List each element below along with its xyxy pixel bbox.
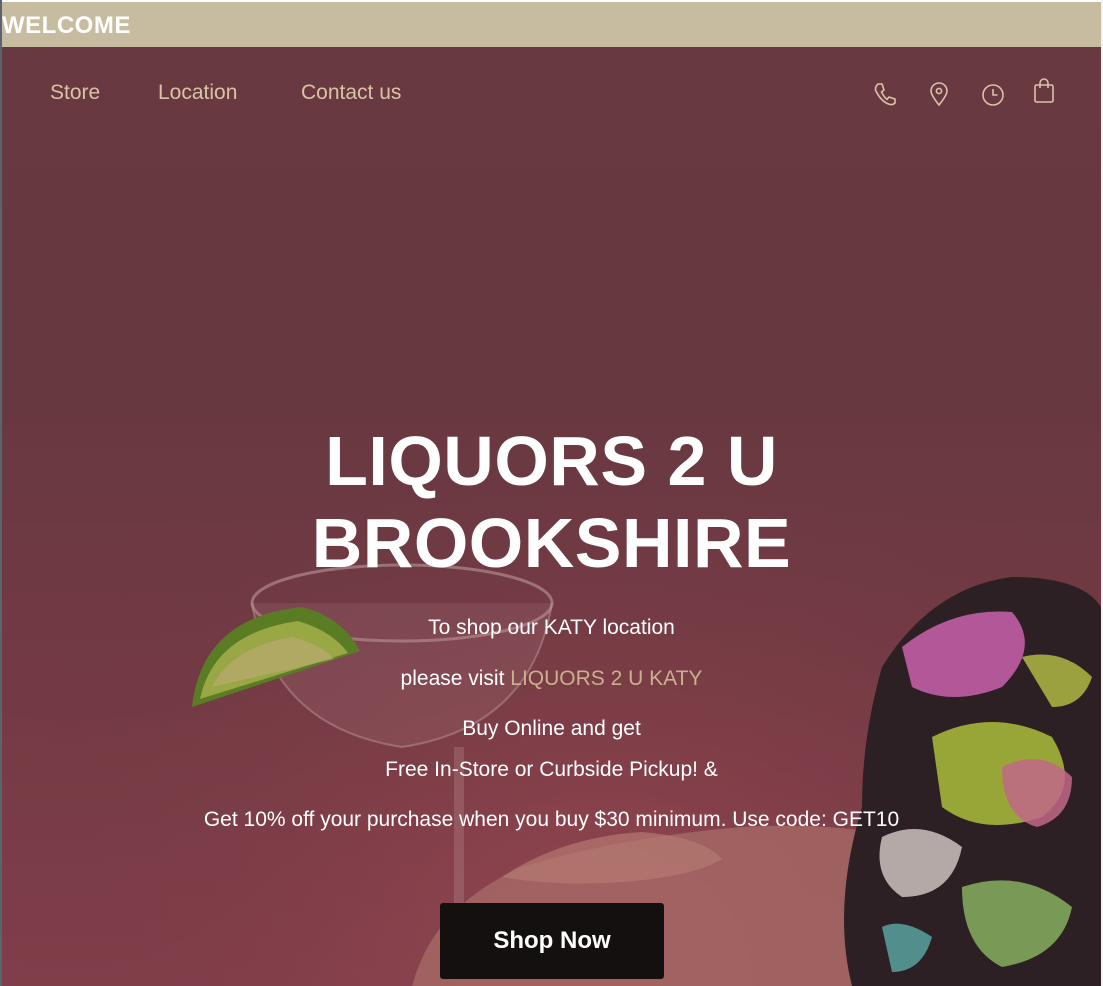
hero-section: Store Location Contact us LIQUORS 2 U BR… [2,47,1101,986]
title-line-1: LIQUORS 2 U [325,422,778,500]
nav-link-store[interactable]: Store [50,81,100,105]
visit-katy-text: please visit LIQUORS 2 U KATY [2,666,1101,692]
pickup-text: Free In-Store or Curbside Pickup! & [385,758,718,781]
phone-icon[interactable] [872,81,898,107]
title-line-2: BROOKSHIRE [311,504,792,582]
page-title: LIQUORS 2 U BROOKSHIRE [2,420,1101,584]
shopping-bag-icon[interactable] [1031,78,1057,104]
nav-link-location[interactable]: Location [158,81,237,105]
shop-now-button[interactable]: Shop Now [440,903,664,979]
discount-text: Get 10% off your purchase when you buy $… [203,808,900,831]
visit-prefix-text: please visit [400,667,511,690]
map-pin-icon[interactable] [926,81,952,107]
katy-info-text: To shop our KATY location [428,616,675,639]
liquors-2-u-katy-link[interactable]: LIQUORS 2 U KATY [510,667,702,690]
clock-icon[interactable] [980,81,1006,107]
buy-online-text: Buy Online and get [462,717,641,740]
top-navigation: Store Location Contact us [2,47,1101,141]
nav-link-contact-us[interactable]: Contact us [301,81,401,105]
welcome-text: WELCOME [2,12,131,39]
welcome-bar: WELCOME [2,2,1101,47]
